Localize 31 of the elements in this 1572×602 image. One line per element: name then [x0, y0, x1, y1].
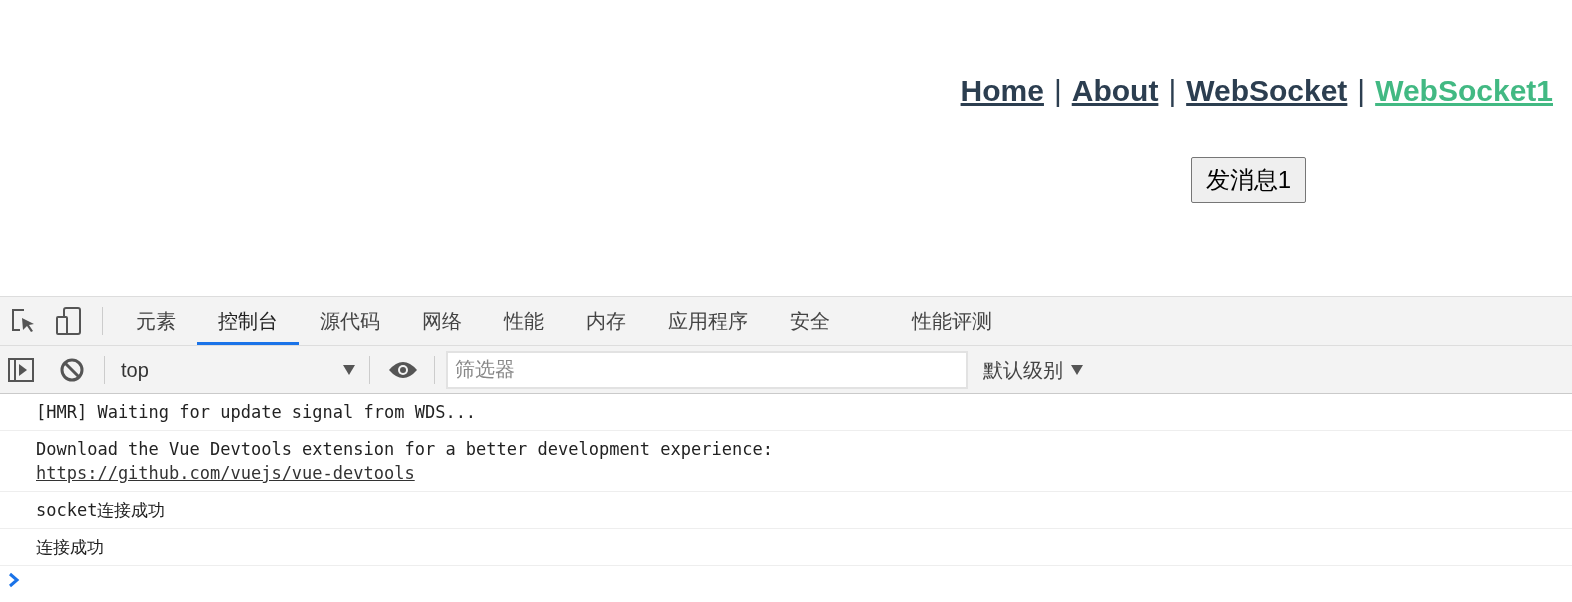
devtools-tab[interactable]: 源代码	[299, 297, 401, 345]
sidebar-toggle-icon[interactable]	[8, 357, 34, 382]
inspect-icon[interactable]	[10, 308, 36, 334]
dropdown-caret-icon	[343, 364, 355, 375]
send-button[interactable]: 发消息1	[1190, 157, 1306, 203]
device-icon[interactable]	[56, 307, 82, 335]
nav-separator: |	[1357, 73, 1366, 109]
clear-icon[interactable]	[60, 357, 84, 382]
console-message: socket连接成功	[36, 499, 167, 522]
eye-icon[interactable]	[388, 359, 418, 380]
nav-separator: |	[1053, 73, 1062, 109]
nav-link[interactable]: Home	[960, 68, 1044, 113]
devtools-tab[interactable]: 元素	[115, 297, 197, 345]
devtools-tab[interactable]: 应用程序	[647, 297, 769, 345]
console-message: 连接成功	[36, 536, 105, 559]
console-message: Download the Vue Devtools extension for a better development experience:	[36, 438, 774, 461]
devtools-tab[interactable]: 性能	[483, 297, 565, 345]
dropdown-caret-icon	[1071, 364, 1083, 375]
context-select[interactable]: top	[121, 354, 355, 385]
devtools-tab[interactable]: 安全	[769, 297, 851, 345]
filter-field[interactable]: 筛选器	[446, 350, 968, 389]
console-link[interactable]: https://github.com/vuejs/vue-devtools	[36, 463, 415, 483]
devtools-tab[interactable]: 网络	[401, 297, 483, 345]
nav-link[interactable]: About	[1071, 68, 1159, 113]
devtools-tab[interactable]: 性能评测	[891, 297, 1013, 345]
nav-separator: |	[1168, 73, 1177, 109]
nav-link[interactable]: WebSocket	[1186, 68, 1348, 113]
console-message: [HMR] Waiting for update signal from WDS...	[36, 401, 478, 424]
level-dropdown[interactable]: 默认级别	[983, 354, 1083, 385]
devtools-tab[interactable]: 内存	[565, 297, 647, 345]
prompt-chevron-icon	[8, 572, 20, 588]
